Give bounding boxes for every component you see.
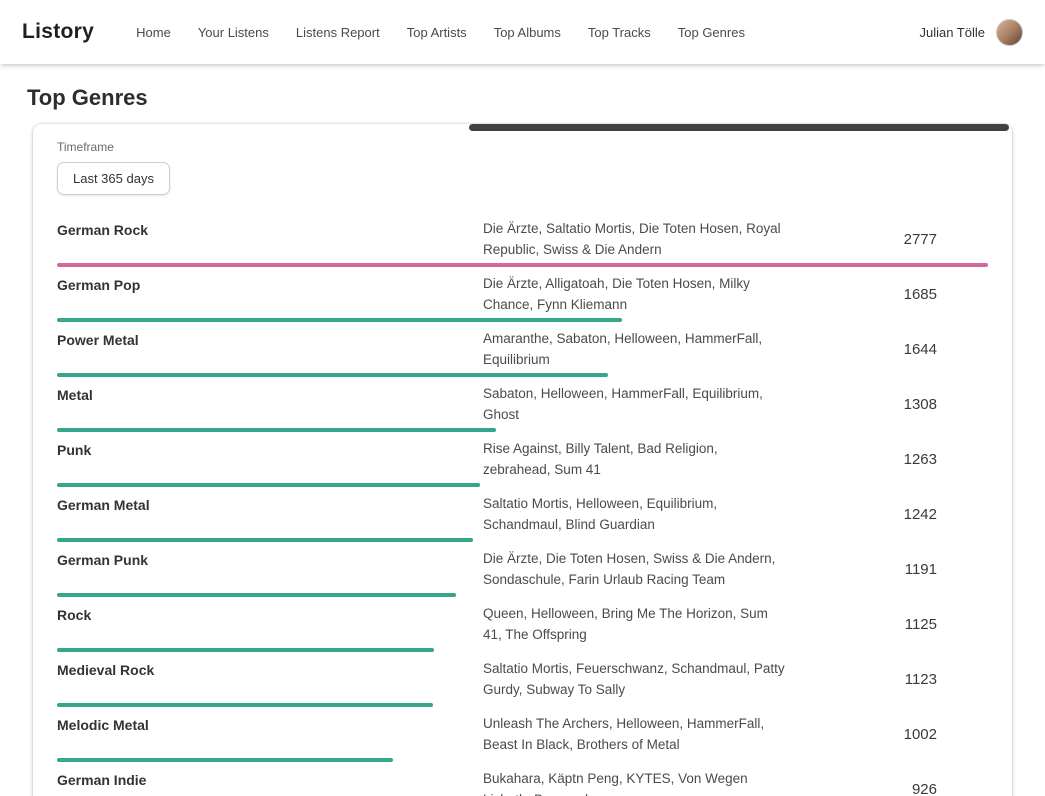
main-nav: Home Your Listens Listens Report Top Art… xyxy=(136,25,745,40)
genre-name: German Pop xyxy=(57,273,483,315)
genre-count: 1263 xyxy=(785,451,988,468)
genre-artists: Bukahara, Käptn Peng, KYTES, Von Wegen L… xyxy=(483,768,785,796)
top-navbar: Listory Home Your Listens Listens Report… xyxy=(0,0,1045,64)
genre-artists: Amaranthe, Sabaton, Helloween, HammerFal… xyxy=(483,328,785,370)
genre-bar xyxy=(57,758,393,762)
app-logo[interactable]: Listory xyxy=(22,20,94,44)
genre-artists: Saltatio Mortis, Feuerschwanz, Schandmau… xyxy=(483,658,785,700)
genre-bar xyxy=(57,373,608,377)
genre-row: German Punk Die Ärzte, Die Toten Hosen, … xyxy=(57,545,988,600)
user-avatar[interactable] xyxy=(996,19,1023,46)
genre-count: 1685 xyxy=(785,286,988,303)
genre-artists: Saltatio Mortis, Helloween, Equilibrium,… xyxy=(483,493,785,535)
genre-name: Punk xyxy=(57,438,483,480)
genre-row: German Indie Bukahara, Käptn Peng, KYTES… xyxy=(57,765,988,796)
genre-bar xyxy=(57,428,496,432)
genre-row: Power Metal Amaranthe, Sabaton, Hellowee… xyxy=(57,325,988,380)
genre-name: German Indie xyxy=(57,768,483,796)
genre-name: Metal xyxy=(57,383,483,425)
nav-item-home[interactable]: Home xyxy=(136,25,171,40)
genre-table: German Rock Die Ärzte, Saltatio Mortis, … xyxy=(57,215,988,796)
genre-bar xyxy=(57,318,622,322)
genre-artists: Rise Against, Billy Talent, Bad Religion… xyxy=(483,438,785,480)
user-name[interactable]: Julian Tölle xyxy=(919,25,985,40)
genre-row: German Metal Saltatio Mortis, Helloween,… xyxy=(57,490,988,545)
genre-row: German Rock Die Ärzte, Saltatio Mortis, … xyxy=(57,215,988,270)
nav-item-top-artists[interactable]: Top Artists xyxy=(407,25,467,40)
genre-artists: Die Ärzte, Saltatio Mortis, Die Toten Ho… xyxy=(483,218,785,260)
genre-row: Melodic Metal Unleash The Archers, Hello… xyxy=(57,710,988,765)
genre-count: 1191 xyxy=(785,561,988,578)
genre-name: German Metal xyxy=(57,493,483,535)
genre-row: Rock Queen, Helloween, Bring Me The Hori… xyxy=(57,600,988,655)
genre-count: 1123 xyxy=(785,671,988,688)
nav-item-listens-report[interactable]: Listens Report xyxy=(296,25,380,40)
horizontal-scrollbar-thumb[interactable] xyxy=(469,124,1009,131)
genre-bar xyxy=(57,703,433,707)
genre-bar xyxy=(57,483,480,487)
genre-name: German Punk xyxy=(57,548,483,590)
genre-bar xyxy=(57,263,988,267)
nav-item-your-listens[interactable]: Your Listens xyxy=(198,25,269,40)
timeframe-label: Timeframe xyxy=(57,140,988,154)
genre-artists: Queen, Helloween, Bring Me The Horizon, … xyxy=(483,603,785,645)
genre-count: 1644 xyxy=(785,341,988,358)
page-title: Top Genres xyxy=(27,85,1045,111)
genre-bar xyxy=(57,593,456,597)
genre-name: Medieval Rock xyxy=(57,658,483,700)
genre-count: 1242 xyxy=(785,506,988,523)
genre-artists: Die Ärzte, Alligatoah, Die Toten Hosen, … xyxy=(483,273,785,315)
genre-artists: Unleash The Archers, Helloween, HammerFa… xyxy=(483,713,785,755)
genre-count: 1002 xyxy=(785,726,988,743)
user-area: Julian Tölle xyxy=(919,19,1023,46)
genre-name: German Rock xyxy=(57,218,483,260)
top-genres-card: Timeframe Last 365 days German Rock Die … xyxy=(33,124,1012,796)
genre-row: Medieval Rock Saltatio Mortis, Feuerschw… xyxy=(57,655,988,710)
nav-item-top-tracks[interactable]: Top Tracks xyxy=(588,25,651,40)
genre-artists: Sabaton, Helloween, HammerFall, Equilibr… xyxy=(483,383,785,425)
genre-count: 1125 xyxy=(785,616,988,633)
genre-row: Punk Rise Against, Billy Talent, Bad Rel… xyxy=(57,435,988,490)
nav-item-top-genres[interactable]: Top Genres xyxy=(678,25,745,40)
genre-row: Metal Sabaton, Helloween, HammerFall, Eq… xyxy=(57,380,988,435)
timeframe-select[interactable]: Last 365 days xyxy=(57,162,170,195)
genre-artists: Die Ärzte, Die Toten Hosen, Swiss & Die … xyxy=(483,548,785,590)
genre-count: 926 xyxy=(785,781,988,796)
genre-bar xyxy=(57,538,473,542)
genre-count: 2777 xyxy=(785,231,988,248)
genre-count: 1308 xyxy=(785,396,988,413)
genre-name: Melodic Metal xyxy=(57,713,483,755)
genre-bar xyxy=(57,648,434,652)
genre-name: Power Metal xyxy=(57,328,483,370)
genre-row: German Pop Die Ärzte, Alligatoah, Die To… xyxy=(57,270,988,325)
nav-item-top-albums[interactable]: Top Albums xyxy=(494,25,561,40)
genre-name: Rock xyxy=(57,603,483,645)
